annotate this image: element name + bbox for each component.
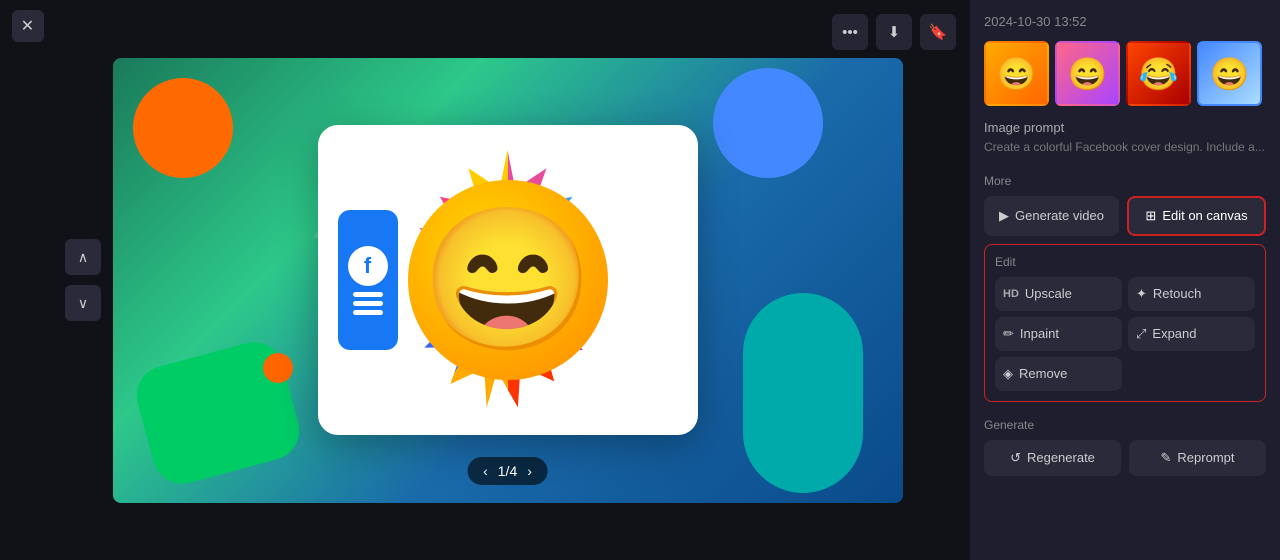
inpaint-button[interactable]: ✏ Inpaint [995,317,1122,351]
facebook-element: f [338,210,398,350]
edit-on-canvas-label: Edit on canvas [1162,208,1247,223]
close-button[interactable]: ✕ [12,10,44,42]
regenerate-button[interactable]: ↺ Regenerate [984,440,1121,476]
thumbnail-3[interactable]: 😂 [1126,41,1191,106]
bg-decoration-blue-circle [713,68,823,178]
thumb-inner-1: 😄 [986,43,1047,104]
video-icon: ▶ [999,208,1009,224]
remove-button[interactable]: ◈ Remove [995,357,1122,391]
bg-decoration-teal-shape [743,293,863,493]
regenerate-label: Regenerate [1027,450,1095,465]
reprompt-icon: ✎ [1161,450,1172,466]
pagination: ‹ 1/4 › [467,457,548,485]
timestamp: 2024-10-30 13:52 [984,14,1266,29]
content-card: f 😄 [318,125,698,435]
remove-label: Remove [1019,366,1067,381]
more-actions-row: ▶ Generate video ⊞ Edit on canvas [984,196,1266,236]
edit-section-label: Edit [995,255,1255,269]
thumbnail-strip: 😄 😄 😂 😄 [984,41,1266,106]
retouch-button[interactable]: ✦ Retouch [1128,277,1255,311]
pagination-text: 1/4 [498,463,517,479]
main-content: ••• ⬇ 🔖 ∧ ∨ [55,0,970,560]
canvas-icon: ⊞ [1145,208,1156,224]
generate-row: ↺ Regenerate ✎ Reprompt [984,440,1266,476]
inpaint-label: Inpaint [1020,326,1059,341]
generate-section: Generate ↺ Regenerate ✎ Reprompt [984,414,1266,476]
close-icon: ✕ [21,16,34,36]
edit-section: Edit HD Upscale ✦ Retouch ✏ Inpaint ⤢ Ex… [984,244,1266,402]
facebook-icon: f [348,246,388,286]
sun-emoji: 😄 [408,180,608,380]
thumb-inner-4: 😄 [1199,43,1260,104]
remove-icon: ◈ [1003,366,1013,382]
retouch-label: Retouch [1153,286,1201,301]
upscale-button[interactable]: HD Upscale [995,277,1122,311]
edit-on-canvas-button[interactable]: ⊞ Edit on canvas [1127,196,1266,236]
main-image: f 😄 ‹ 1/4 › [113,58,903,503]
expand-label: Expand [1152,326,1196,341]
sun-face: 😄 [408,180,608,380]
inpaint-icon: ✏ [1003,326,1014,342]
bg-decoration-orange-circle [133,78,233,178]
expand-icon: ⤢ [1136,326,1146,342]
thumb-inner-3: 😂 [1128,43,1189,104]
generate-section-label: Generate [984,418,1266,432]
thumb-inner-2: 😄 [1057,43,1118,104]
right-panel: 2024-10-30 13:52 😄 😄 😂 😄 Image prompt Cr… [970,0,1280,560]
next-image-button[interactable]: › [527,463,532,479]
reprompt-label: Reprompt [1177,450,1234,465]
facebook-bars [353,292,383,315]
bg-ball-orange-small [263,353,293,383]
reprompt-button[interactable]: ✎ Reprompt [1129,440,1266,476]
left-panel: ✕ [0,0,55,560]
edit-buttons-grid: HD Upscale ✦ Retouch ✏ Inpaint ⤢ Expand … [995,277,1255,391]
generate-video-label: Generate video [1015,208,1104,223]
more-section-label: More [984,174,1266,188]
image-prompt-text: Create a colorful Facebook cover design.… [984,139,1266,156]
upscale-label: Upscale [1025,286,1072,301]
prev-image-button[interactable]: ‹ [483,463,488,479]
generate-video-button[interactable]: ▶ Generate video [984,196,1119,236]
hd-icon: HD [1003,288,1019,300]
retouch-icon: ✦ [1136,286,1147,302]
expand-button[interactable]: ⤢ Expand [1128,317,1255,351]
thumbnail-4[interactable]: 😄 [1197,41,1262,106]
thumbnail-2[interactable]: 😄 [1055,41,1120,106]
image-container: f 😄 ‹ 1/4 › [55,0,970,560]
regenerate-icon: ↺ [1010,450,1021,466]
thumbnail-1[interactable]: 😄 [984,41,1049,106]
image-prompt-label: Image prompt [984,120,1266,135]
